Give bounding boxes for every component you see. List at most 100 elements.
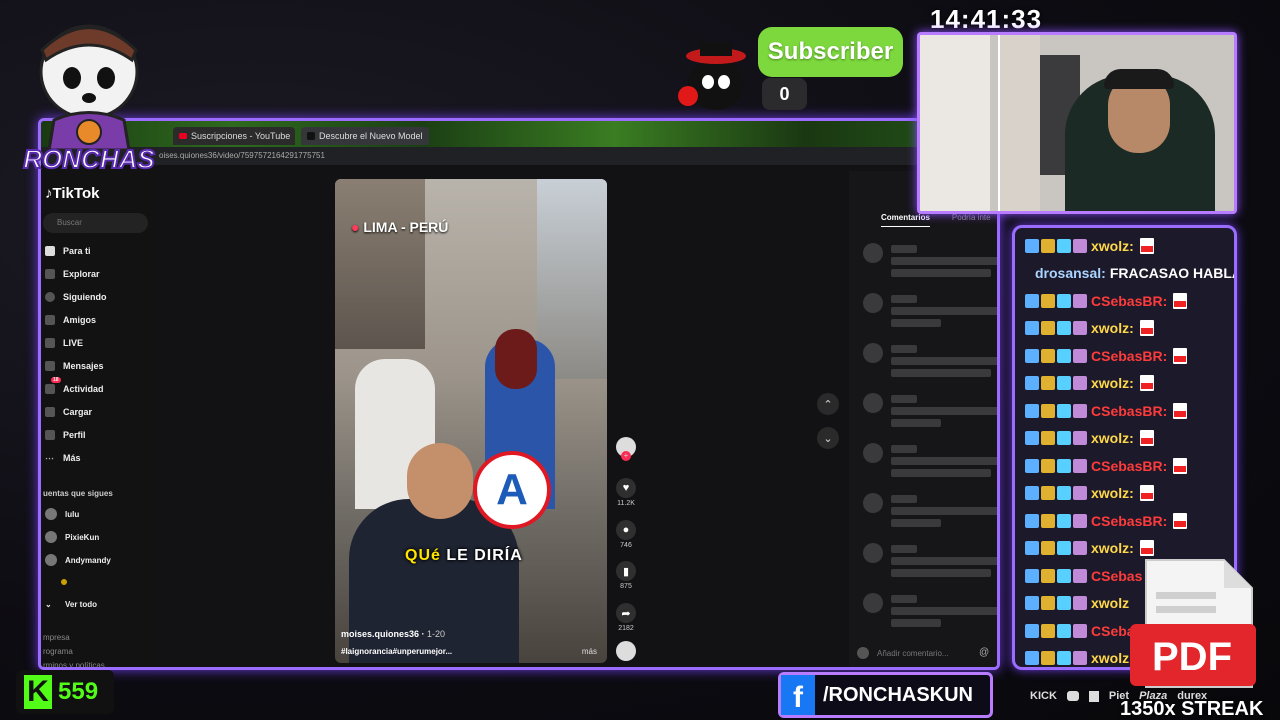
- chat-message: CSebasBR:: [1015, 452, 1234, 480]
- more-link[interactable]: más: [582, 647, 597, 656]
- comment-input[interactable]: Añadir comentario...: [877, 649, 949, 658]
- chat-badge-icon: [1041, 568, 1055, 583]
- stream-overlay: Suscripciones - YouTube Descubre el Nuev…: [0, 0, 1280, 720]
- comment-skeleton: [863, 343, 997, 383]
- chat-badge-icon: [1025, 486, 1039, 501]
- chat-badge-icon: [1057, 238, 1071, 253]
- tab-youtube[interactable]: Suscripciones - YouTube: [173, 127, 295, 145]
- comment-skeleton: [863, 543, 997, 583]
- chat-username[interactable]: CSebasBR:: [1091, 293, 1167, 309]
- chevron-down-icon: ⌄: [823, 432, 833, 445]
- chat-username[interactable]: xwolz: [1091, 650, 1129, 666]
- share-button[interactable]: ➦ 2182: [611, 603, 641, 632]
- chat-badge-icon: [1041, 403, 1055, 418]
- chat-badge-icon: [1041, 623, 1055, 638]
- chat-badge-icon: [1025, 568, 1039, 583]
- shelf: [998, 35, 1040, 211]
- chat-username[interactable]: xwolz:: [1091, 485, 1134, 501]
- following-lulu[interactable]: lulu: [45, 505, 79, 523]
- pdf-label: PDF: [1152, 635, 1232, 679]
- chat-badge-icon: [1057, 348, 1071, 363]
- nav-mas[interactable]: ⋯ Más: [45, 448, 81, 468]
- browser-capture: Suscripciones - YouTube Descubre el Nuev…: [38, 118, 1000, 670]
- like-button[interactable]: ♥ 11.2K: [611, 478, 641, 507]
- activity-badge: 18: [51, 377, 61, 383]
- tab-tiktok[interactable]: Descubre el Nuevo Model: [301, 127, 429, 145]
- mention-icon[interactable]: @: [979, 647, 989, 658]
- chat-username[interactable]: xwolz:: [1091, 375, 1134, 391]
- subscriber-banner: Subscriber: [758, 27, 903, 77]
- chat-badge-icon: [1041, 513, 1055, 528]
- chat-badge-icon: [1073, 541, 1087, 556]
- comments-tabs: Comentarios Podría inte: [881, 213, 991, 227]
- pdf-icon: PDF: [1130, 559, 1256, 688]
- tab-comentarios[interactable]: Comentarios: [881, 213, 930, 227]
- following-user[interactable]: [45, 573, 75, 591]
- see-all-link[interactable]: ⌄ Ver todo: [45, 595, 97, 613]
- following-andymandy[interactable]: Andymandy: [45, 551, 111, 569]
- next-video-button[interactable]: ⌄: [817, 427, 839, 449]
- tab-label: Descubre el Nuevo Model: [319, 131, 423, 141]
- address-bar[interactable]: oises.quiones36/video/759757216429177575…: [41, 147, 997, 165]
- wardrobe: [920, 35, 990, 211]
- chat-username[interactable]: CSebasBR:: [1091, 348, 1167, 364]
- chat-badge-icon: [1073, 623, 1087, 638]
- chat-username[interactable]: xwolz:: [1091, 540, 1134, 556]
- author-avatar[interactable]: +: [611, 437, 641, 461]
- kick-icon: K: [24, 675, 52, 709]
- footer-link[interactable]: rograma: [43, 647, 73, 656]
- chat-badge-icon: [1057, 458, 1071, 473]
- twitch-icon: [1088, 690, 1099, 702]
- pdf-emote-icon: [1173, 457, 1188, 474]
- search-input[interactable]: Buscar: [43, 213, 148, 233]
- pin-icon: ●: [351, 219, 360, 235]
- video-player[interactable]: ● LIMA - PERÚ A QUé LE DIRÍA moises.quio…: [335, 179, 607, 663]
- pdf-emote-icon: [1173, 402, 1188, 419]
- chat-username[interactable]: CSebasBR:: [1091, 458, 1167, 474]
- chat-message: CSebasBR:: [1015, 287, 1234, 315]
- chat-badge-icon: [1025, 238, 1039, 253]
- music-disc[interactable]: [611, 641, 641, 663]
- video-author[interactable]: moises.quiones36 · 1-20: [341, 629, 445, 639]
- chat-message: drosansal: FRACASAO HABLA: [1015, 260, 1234, 288]
- footer-link[interactable]: rminos y políticas: [43, 661, 105, 667]
- tab-label: Suscripciones - YouTube: [191, 131, 291, 141]
- chat-username[interactable]: CSebasBR:: [1091, 513, 1167, 529]
- chat-message: CSebasBR:: [1015, 397, 1234, 425]
- friends-icon: [45, 315, 55, 325]
- nav-live[interactable]: LIVE: [45, 333, 83, 353]
- nav-amigos[interactable]: Amigos: [45, 310, 96, 330]
- chat-badge-icon: [1025, 651, 1039, 666]
- nav-perfil[interactable]: Perfil: [45, 425, 86, 445]
- chat-username[interactable]: xwolz:: [1091, 320, 1134, 336]
- chat-username[interactable]: CSebasBR:: [1091, 403, 1167, 419]
- facebook-icon: f: [781, 675, 815, 715]
- save-button[interactable]: ▮ 875: [611, 561, 641, 590]
- tiktok-logo[interactable]: ♪TikTok: [45, 185, 99, 202]
- comment-button[interactable]: ● 746: [611, 520, 641, 549]
- tab-podria-interesar[interactable]: Podría inte: [952, 213, 991, 227]
- follow-plus-icon[interactable]: +: [621, 451, 631, 461]
- chat-badge-icon: [1041, 458, 1055, 473]
- pdf-emote-icon: [1139, 375, 1154, 392]
- chat-message: CSebasBR:: [1015, 507, 1234, 535]
- nav-mensajes[interactable]: Mensajes: [45, 356, 104, 376]
- video-hashtags[interactable]: #laignorancia#unperumejor...: [341, 647, 452, 656]
- nav-para-ti[interactable]: Para ti: [45, 241, 91, 261]
- footer-link[interactable]: mpresa: [43, 633, 70, 642]
- following-pixiekun[interactable]: PixieKun: [45, 528, 99, 546]
- nav-siguiendo[interactable]: Siguiendo: [45, 287, 107, 307]
- nav-cargar[interactable]: Cargar: [45, 402, 92, 422]
- chat-username[interactable]: xwolz:: [1091, 430, 1134, 446]
- chat-username[interactable]: xwolz: [1091, 595, 1129, 611]
- chat-badge-icon: [1041, 238, 1055, 253]
- chat-username[interactable]: xwolz:: [1091, 238, 1134, 254]
- upload-icon: [45, 407, 55, 417]
- chat-username[interactable]: drosansal:: [1035, 265, 1106, 281]
- nav-actividad[interactable]: Actividad 18: [45, 377, 104, 399]
- chat-badge-icon: [1057, 541, 1071, 556]
- previous-video-button[interactable]: ⌃: [817, 393, 839, 415]
- nav-explorar[interactable]: Explorar: [45, 264, 100, 284]
- chat-message: xwolz:: [1015, 232, 1234, 260]
- chat-badge-icon: [1057, 321, 1071, 336]
